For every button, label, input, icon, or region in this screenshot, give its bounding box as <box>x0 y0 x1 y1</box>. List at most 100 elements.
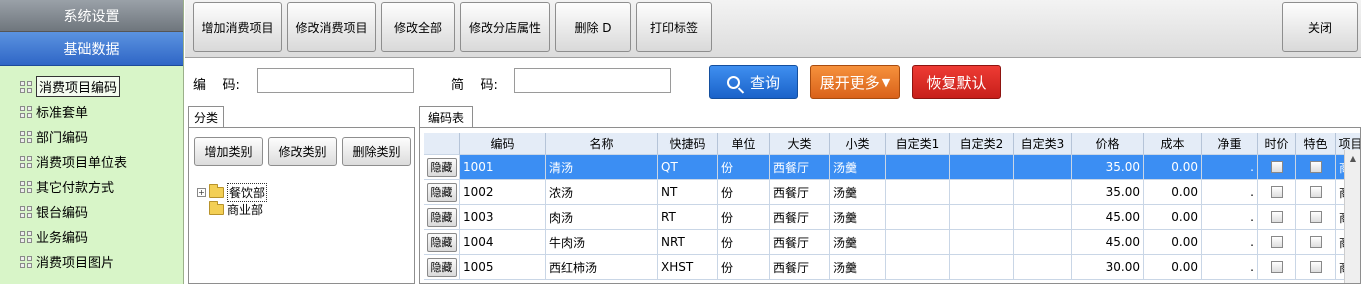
column-header[interactable]: 净重 <box>1202 133 1258 155</box>
nav-item[interactable]: 其它付款方式 <box>0 174 183 199</box>
table-row[interactable]: 隐藏1001清汤QT份西餐厅汤羹35.000.00.商品 <box>424 155 1360 180</box>
checkbox[interactable] <box>1309 236 1322 248</box>
nav-item[interactable]: 标准套单 <box>0 99 183 124</box>
cell-c3 <box>1014 205 1072 230</box>
nav-item[interactable]: 消费项目单位表 <box>0 149 183 174</box>
nav-item[interactable]: 业务编码 <box>0 224 183 249</box>
checkbox[interactable] <box>1270 261 1283 273</box>
restore-default-button[interactable]: 恢复默认 <box>912 65 1001 99</box>
column-header[interactable]: 编码 <box>460 133 546 155</box>
cell-major: 西餐厅 <box>770 180 830 205</box>
expand-more-button[interactable]: 展开更多 ▼ <box>810 65 900 99</box>
column-header[interactable]: 快捷码 <box>658 133 718 155</box>
cell-price: 35.00 <box>1072 180 1144 205</box>
grid-icon <box>20 230 32 243</box>
nav-item-label: 银台编码 <box>36 206 89 221</box>
nav-item[interactable]: 消费项目编码 <box>0 74 183 99</box>
cell-c3 <box>1014 255 1072 280</box>
cell-quick: RT <box>658 205 718 230</box>
column-header[interactable]: 价格 <box>1072 133 1144 155</box>
nav-item[interactable]: 消费项目图片 <box>0 249 183 274</box>
code-table-body: 编码 名称 快捷码 单位 大类 小类 自定类1 自定类2 自定类3 价格 成本 净重 时价 特色 项目 隐藏 1… <box>419 127 1361 284</box>
column-header[interactable]: 时价 <box>1258 133 1296 155</box>
cell-price: 45.00 <box>1072 205 1144 230</box>
query-button[interactable]: 查询 <box>709 65 798 99</box>
column-header[interactable]: 特色 <box>1296 133 1336 155</box>
tab-category[interactable]: 分类 <box>188 106 224 128</box>
nav-item[interactable]: 部门编码 <box>0 124 183 149</box>
hide-button[interactable]: 隐藏 <box>426 182 457 202</box>
grid-icon <box>20 205 32 218</box>
column-header[interactable]: 小类 <box>830 133 886 155</box>
abbr-input[interactable] <box>514 68 671 93</box>
edit-category-button[interactable]: 修改类别 <box>268 137 337 166</box>
tab-code-table[interactable]: 编码表 <box>419 106 473 128</box>
print-label-button[interactable]: 打印标签 <box>636 2 712 52</box>
tree-node-catering[interactable]: + 餐饮部 <box>197 182 268 202</box>
cell-cost: 0.00 <box>1144 230 1202 255</box>
column-header[interactable]: 自定类3 <box>1014 133 1072 155</box>
cell-market-price <box>1258 230 1296 255</box>
nav-item[interactable]: 银台编码 <box>0 199 183 224</box>
hide-cell: 隐藏 <box>424 205 460 230</box>
table-row[interactable]: 隐藏1004牛肉汤NRT份西餐厅汤羹45.000.00.商品 <box>424 230 1360 255</box>
table-header: 编码 名称 快捷码 单位 大类 小类 自定类1 自定类2 自定类3 价格 成本 净重 时价 特色 项目 <box>424 133 1360 155</box>
nav-basic-data[interactable]: 基础数据 <box>0 32 183 66</box>
left-nav: 系统设置 基础数据 消费项目编码 标准套单 部门编码 消费项目单位表 其它付款方式银台编… <box>0 0 184 284</box>
cell-unit: 份 <box>718 255 770 280</box>
hide-button[interactable]: 隐藏 <box>426 157 457 177</box>
edit-all-button[interactable]: 修改全部 <box>381 2 455 52</box>
column-header[interactable]: 名称 <box>546 133 658 155</box>
tree-node-retail[interactable]: 商业部 <box>209 200 264 217</box>
column-header[interactable]: 单位 <box>718 133 770 155</box>
table-row[interactable]: 隐藏1005西红柿汤XHST份西餐厅汤羹30.000.00.商品 <box>424 255 1360 280</box>
hide-button[interactable]: 隐藏 <box>426 257 457 277</box>
checkbox[interactable] <box>1309 211 1322 223</box>
expand-more-label: 展开更多 <box>819 73 880 92</box>
table-row[interactable]: 隐藏1002浓汤NT份西餐厅汤羹35.000.00.商品 <box>424 180 1360 205</box>
tree-node-label: 餐饮部 <box>227 182 268 202</box>
checkbox[interactable] <box>1309 261 1322 273</box>
cell-name: 浓汤 <box>546 180 658 205</box>
code-input[interactable] <box>257 68 414 93</box>
edit-item-button[interactable]: 修改消费项目 <box>287 2 376 52</box>
cell-quick: NRT <box>658 230 718 255</box>
cell-unit: 份 <box>718 230 770 255</box>
column-header[interactable] <box>424 133 460 155</box>
delete-category-button[interactable]: 删除类别 <box>342 137 411 166</box>
vertical-scrollbar[interactable]: ▲ <box>1344 150 1360 283</box>
add-item-button[interactable]: 增加消费项目 <box>193 2 282 52</box>
checkbox[interactable] <box>1270 211 1283 223</box>
checkbox[interactable] <box>1270 236 1283 248</box>
checkbox[interactable] <box>1270 161 1283 173</box>
cell-major: 西餐厅 <box>770 230 830 255</box>
category-panel: 分类 增加类别 修改类别 删除类别 + 餐饮部 商业部 <box>188 106 415 284</box>
cell-name: 西红柿汤 <box>546 255 658 280</box>
table-row[interactable]: 隐藏1003肉汤RT份西餐厅汤羹45.000.00.商品 <box>424 205 1360 230</box>
close-button[interactable]: 关闭 <box>1282 2 1358 52</box>
caret-down-icon: ▼ <box>881 75 891 89</box>
cell-market-price <box>1258 180 1296 205</box>
cell-c1 <box>886 155 950 180</box>
add-category-button[interactable]: 增加类别 <box>194 137 263 166</box>
checkbox[interactable] <box>1309 186 1322 198</box>
checkbox[interactable] <box>1270 186 1283 198</box>
nav-system-settings[interactable]: 系统设置 <box>0 0 183 32</box>
expand-icon[interactable]: + <box>197 187 206 197</box>
column-header[interactable]: 自定类1 <box>886 133 950 155</box>
column-header[interactable]: 成本 <box>1144 133 1202 155</box>
checkbox[interactable] <box>1309 161 1322 173</box>
hide-button[interactable]: 隐藏 <box>426 207 457 227</box>
scroll-up-icon[interactable]: ▲ <box>1345 150 1360 166</box>
column-header[interactable]: 自定类2 <box>950 133 1014 155</box>
cell-special <box>1296 155 1336 180</box>
cell-weight: . <box>1202 230 1258 255</box>
hide-button[interactable]: 隐藏 <box>426 232 457 252</box>
column-header[interactable]: 大类 <box>770 133 830 155</box>
delete-button[interactable]: 删除 D <box>555 2 631 52</box>
grid-icon <box>20 80 32 93</box>
tree-node-label: 商业部 <box>227 202 264 217</box>
cell-c2 <box>950 255 1014 280</box>
cell-special <box>1296 230 1336 255</box>
edit-branch-button[interactable]: 修改分店属性 <box>460 2 550 52</box>
